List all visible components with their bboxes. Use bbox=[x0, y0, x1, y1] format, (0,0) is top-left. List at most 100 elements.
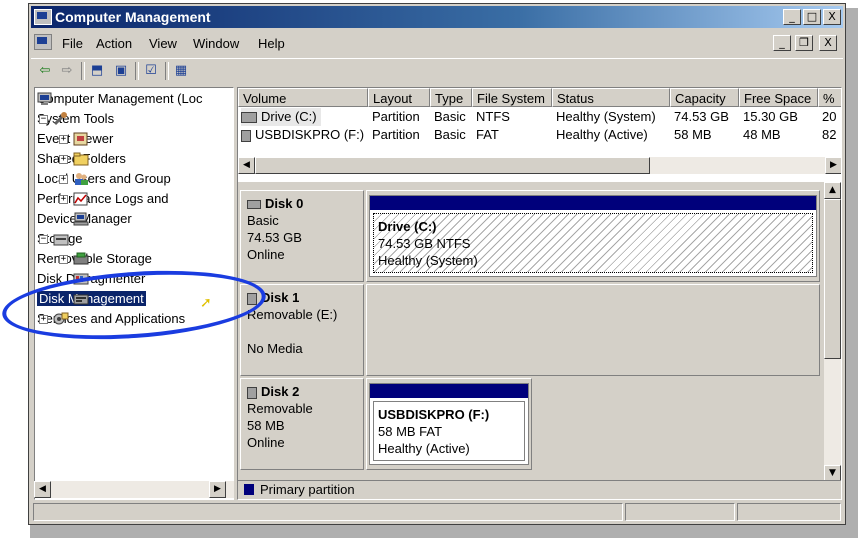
percent-cell: 20 bbox=[822, 109, 837, 124]
hard-disk-icon bbox=[247, 200, 261, 210]
partition-size: 58 MB FAT bbox=[378, 424, 443, 439]
column-header-volume[interactable]: Volume bbox=[238, 88, 368, 107]
column-header-percent[interactable]: % bbox=[818, 88, 841, 107]
column-header-capacity[interactable]: Capacity bbox=[670, 88, 739, 107]
volume-cell: Drive (C:) bbox=[241, 108, 321, 126]
status-bar bbox=[31, 501, 843, 523]
tree-item-performance-logs[interactable]: + Performance Logs and bbox=[37, 190, 169, 208]
tree-item-device-manager[interactable]: Device Manager bbox=[37, 210, 132, 228]
child-close-button[interactable]: X bbox=[819, 35, 837, 51]
expand-icon[interactable]: + bbox=[59, 255, 68, 264]
expand-icon[interactable]: + bbox=[59, 175, 68, 184]
primary-partition-bar bbox=[370, 196, 816, 210]
status-cell: Healthy (System) bbox=[556, 109, 656, 124]
menu-window[interactable]: Window bbox=[193, 36, 239, 51]
scroll-thumb[interactable] bbox=[824, 199, 841, 359]
partition-size: 74.53 GB NTFS bbox=[378, 236, 471, 251]
minimize-button[interactable]: _ bbox=[783, 9, 801, 25]
disk-0-label[interactable]: Disk 0 Basic 74.53 GB Online bbox=[240, 190, 364, 282]
tree-item-local-users[interactable]: + Local Users and Group bbox=[37, 170, 171, 188]
menu-action[interactable]: Action bbox=[96, 36, 132, 51]
collapse-icon[interactable]: − bbox=[39, 235, 48, 244]
collapse-icon[interactable]: − bbox=[39, 115, 48, 124]
computer-icon bbox=[37, 92, 53, 106]
tree-item-shared-folders[interactable]: + Shared Folders bbox=[37, 150, 126, 168]
primary-partition-bar bbox=[370, 384, 528, 398]
removable-disk-icon bbox=[247, 386, 257, 399]
tree-label: Performance Logs and bbox=[37, 191, 169, 206]
column-header-free-space[interactable]: Free Space bbox=[739, 88, 818, 107]
scroll-right-icon[interactable]: ▶ bbox=[825, 157, 841, 174]
maximize-button[interactable]: □ bbox=[803, 9, 821, 25]
disk-0-partitions: Drive (C:) 74.53 GB NTFS Healthy (System… bbox=[366, 190, 820, 282]
disk-type: Basic bbox=[247, 213, 279, 228]
child-minimize-button[interactable]: _ bbox=[773, 35, 791, 51]
scroll-left-icon[interactable]: ◀ bbox=[34, 481, 51, 498]
child-restore-button[interactable]: ❐ bbox=[795, 35, 813, 51]
column-header-layout[interactable]: Layout bbox=[368, 88, 430, 107]
tree-item-system-tools[interactable]: − System Tools bbox=[37, 110, 114, 128]
type-cell: Basic bbox=[434, 127, 466, 142]
tree-item-event-viewer[interactable]: + Event Viewer bbox=[37, 130, 113, 148]
disk-graphical-view: Disk 0 Basic 74.53 GB Online Drive (C:) … bbox=[238, 182, 825, 482]
table-horizontal-scrollbar[interactable]: ◀ ▶ bbox=[238, 157, 841, 174]
folder-icon bbox=[73, 152, 89, 166]
disk-name: Disk 2 bbox=[261, 384, 300, 399]
disk-size: 58 MB bbox=[247, 418, 285, 433]
title-bar[interactable]: Computer Management _ □ X bbox=[31, 6, 843, 28]
scroll-left-icon[interactable]: ◀ bbox=[238, 157, 255, 174]
table-row[interactable]: Drive (C:) Partition Basic NTFS Healthy … bbox=[238, 108, 841, 126]
scroll-up-icon[interactable]: ▲ bbox=[824, 182, 841, 199]
removable-storage-icon bbox=[73, 252, 89, 266]
status-cell: Healthy (Active) bbox=[556, 127, 648, 142]
device-manager-icon bbox=[73, 212, 89, 226]
partition-drive-c[interactable]: Drive (C:) 74.53 GB NTFS Healthy (System… bbox=[369, 195, 817, 277]
back-icon[interactable]: ⇦ bbox=[35, 62, 55, 80]
disk-1-partitions bbox=[366, 284, 820, 376]
disk-type: Removable (E:) bbox=[247, 307, 338, 322]
partition-usbdiskpro-f[interactable]: USBDISKPRO (F:) 58 MB FAT Healthy (Activ… bbox=[369, 383, 529, 465]
show-hide-tree-icon[interactable]: ▣ bbox=[111, 62, 131, 80]
menu-help[interactable]: Help bbox=[258, 36, 285, 51]
status-pane bbox=[33, 503, 623, 521]
help-icon[interactable]: ▦ bbox=[171, 62, 191, 80]
scroll-right-icon[interactable]: ▶ bbox=[209, 481, 226, 498]
expand-icon[interactable]: + bbox=[59, 195, 68, 204]
forward-icon[interactable]: ⇨ bbox=[57, 62, 77, 80]
disk-state: Online bbox=[247, 247, 285, 262]
disk-2-label[interactable]: Disk 2 Removable 58 MB Online bbox=[240, 378, 364, 470]
free-space-cell: 48 MB bbox=[743, 127, 781, 142]
close-button[interactable]: X bbox=[823, 9, 841, 25]
column-header-status[interactable]: Status bbox=[552, 88, 670, 107]
file-system-cell: FAT bbox=[476, 127, 499, 142]
toolbar-separator bbox=[81, 62, 85, 80]
drive-icon bbox=[241, 112, 257, 124]
computer-management-window: Computer Management _ □ X File Action Vi… bbox=[28, 3, 846, 525]
status-pane bbox=[625, 503, 735, 521]
details-pane: Volume Layout Type File System Status Ca… bbox=[237, 87, 842, 500]
disk-size: 74.53 GB bbox=[247, 230, 302, 245]
primary-partition-swatch bbox=[244, 484, 254, 495]
event-viewer-icon bbox=[73, 132, 89, 146]
system-menu-icon[interactable] bbox=[34, 34, 52, 50]
tree-root-label: Computer Management (Loc bbox=[37, 91, 203, 106]
up-icon[interactable]: ⬒ bbox=[87, 62, 107, 80]
legend-bar: Primary partition bbox=[238, 480, 841, 499]
menu-view[interactable]: View bbox=[149, 36, 177, 51]
disk-vertical-scrollbar[interactable]: ▲ ▼ bbox=[824, 182, 841, 482]
menu-file[interactable]: File bbox=[62, 36, 83, 51]
table-row[interactable]: USBDISKPRO (F:) Partition Basic FAT Heal… bbox=[238, 126, 841, 144]
volume-cell: USBDISKPRO (F:) bbox=[241, 126, 364, 144]
column-header-type[interactable]: Type bbox=[430, 88, 472, 107]
properties-icon[interactable]: ☑ bbox=[141, 62, 161, 80]
tree-label: System Tools bbox=[37, 111, 115, 126]
tree-item-removable-storage[interactable]: + Removable Storage bbox=[37, 250, 152, 268]
column-header-file-system[interactable]: File System bbox=[472, 88, 552, 107]
expand-icon[interactable]: + bbox=[59, 135, 68, 144]
expand-icon[interactable]: + bbox=[59, 155, 68, 164]
tree-horizontal-scrollbar[interactable]: ◀ ▶ bbox=[34, 481, 234, 498]
scroll-thumb[interactable] bbox=[255, 157, 650, 174]
tree-item-storage[interactable]: − Storage bbox=[37, 230, 83, 248]
tree-root[interactable]: Computer Management (Loc bbox=[37, 90, 202, 108]
performance-icon bbox=[73, 192, 89, 206]
